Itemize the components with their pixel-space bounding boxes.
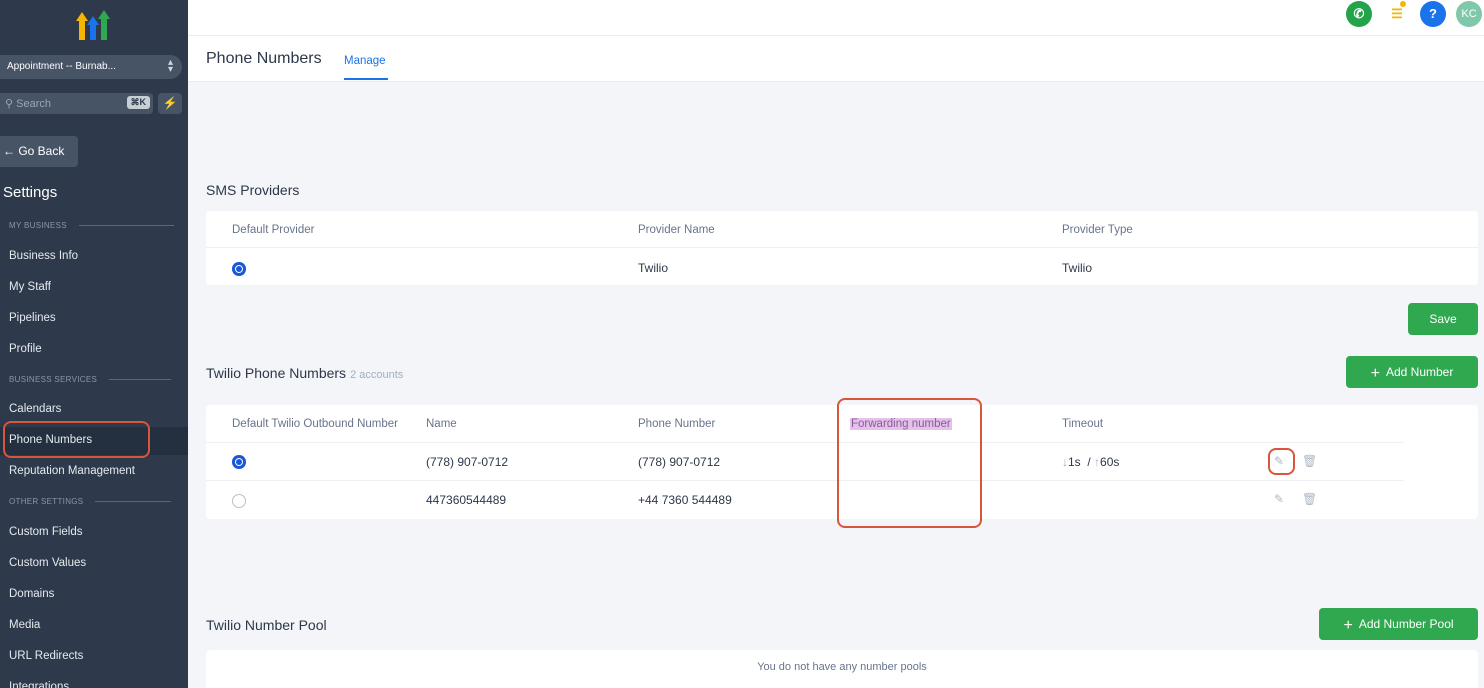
phone-number: (778) 907-0712	[638, 455, 721, 469]
search-placeholder: Search	[16, 98, 51, 110]
sidebar-item-url-redirects[interactable]: URL Redirects	[0, 643, 188, 671]
chevron-updown-icon: ▴ ▾	[167, 57, 173, 75]
sidebar: Appointment -- Burnab... ▴ ▾ ⚲ Search ⌘K …	[0, 0, 188, 688]
timeout: ↓1s / ↑60s	[1062, 455, 1120, 469]
page-header: Phone Numbers Manage	[188, 36, 1484, 82]
section-label-business-services: BUSINESS SERVICES	[9, 375, 172, 384]
notification-dot	[1400, 1, 1406, 7]
section-label-other-settings: OTHER SETTINGS	[9, 497, 172, 506]
column-header: Name	[426, 418, 457, 430]
sidebar-item-media[interactable]: Media	[0, 612, 188, 640]
lightning-icon[interactable]: ⚡	[158, 93, 182, 114]
sidebar-item-pipelines[interactable]: Pipelines	[0, 305, 188, 333]
search-input[interactable]: ⚲ Search ⌘K	[0, 93, 153, 114]
accounts-count: 2 accounts	[350, 369, 404, 381]
plus-icon: +	[1343, 617, 1353, 634]
provider-name: Twilio	[638, 261, 669, 275]
column-header: Provider Type	[1062, 224, 1133, 236]
sidebar-item-calendars[interactable]: Calendars	[0, 396, 188, 424]
trash-icon[interactable]: 🗑	[1302, 454, 1317, 468]
provider-type: Twilio	[1062, 261, 1093, 275]
tab-active-indicator	[344, 78, 388, 80]
settings-title: Settings	[3, 184, 58, 201]
location-label: Appointment -- Burnab...	[7, 61, 116, 72]
tasks-icon[interactable]: ☰	[1384, 1, 1410, 27]
row-divider	[206, 442, 1404, 443]
column-header: Default Provider	[232, 224, 315, 236]
pencil-icon[interactable]: ✎	[1274, 492, 1284, 506]
go-back-button[interactable]: ← Go Back	[0, 136, 78, 167]
default-provider-radio[interactable]	[232, 262, 246, 276]
sms-providers-title: SMS Providers	[206, 182, 300, 198]
number-name: 447360544489	[426, 493, 507, 507]
plus-icon: +	[1370, 365, 1380, 382]
column-header: Default Twilio Outbound Number	[232, 418, 398, 430]
add-number-button[interactable]: + Add Number	[1346, 356, 1478, 388]
column-header: Timeout	[1062, 418, 1104, 430]
sidebar-item-profile[interactable]: Profile	[0, 336, 188, 364]
top-bar: ✆ ☰ ? KC	[188, 0, 1484, 36]
help-icon[interactable]: ?	[1420, 1, 1446, 27]
section-label-my-business: MY BUSINESS	[9, 221, 174, 230]
column-header: Provider Name	[638, 224, 715, 236]
location-selector[interactable]: Appointment -- Burnab... ▴ ▾	[0, 55, 182, 79]
sidebar-item-domains[interactable]: Domains	[0, 581, 188, 609]
tab-manage[interactable]: Manage	[344, 55, 386, 67]
annotation-highlight-forwarding-column	[837, 398, 982, 528]
number-pool-panel: You do not have any number pools	[206, 650, 1478, 688]
sidebar-item-my-staff[interactable]: My Staff	[0, 274, 188, 302]
phone-number: +44 7360 544489	[638, 493, 732, 507]
row-divider	[206, 480, 1404, 481]
sms-providers-table: Default Provider Provider Name Provider …	[206, 211, 1478, 285]
add-number-pool-button[interactable]: + Add Number Pool	[1319, 608, 1478, 640]
app-logo-icon	[76, 10, 110, 40]
annotation-highlight-edit-icon	[1268, 448, 1295, 475]
sidebar-item-custom-fields[interactable]: Custom Fields	[0, 519, 188, 547]
search-icon: ⚲	[5, 98, 14, 110]
sidebar-item-reputation-management[interactable]: Reputation Management	[0, 458, 188, 486]
sidebar-item-integrations[interactable]: Integrations	[0, 674, 188, 688]
default-outbound-radio[interactable]	[232, 494, 246, 508]
number-pool-title: Twilio Number Pool	[206, 617, 327, 633]
twilio-numbers-title: Twilio Phone Numbers 2 accounts	[206, 365, 404, 381]
page-title: Phone Numbers	[206, 50, 322, 67]
empty-state-text: You do not have any number pools	[757, 661, 927, 673]
avatar[interactable]: KC	[1456, 1, 1482, 27]
number-name: (778) 907-0712	[426, 455, 509, 469]
default-outbound-radio[interactable]	[232, 455, 246, 469]
sidebar-item-custom-values[interactable]: Custom Values	[0, 550, 188, 578]
search-shortcut-badge: ⌘K	[126, 96, 150, 109]
sidebar-item-business-info[interactable]: Business Info	[0, 243, 188, 271]
trash-icon[interactable]: 🗑	[1302, 492, 1317, 506]
save-button[interactable]: Save	[1408, 303, 1478, 335]
annotation-highlight-phone-numbers	[3, 421, 150, 458]
column-header: Phone Number	[638, 418, 716, 430]
phone-icon[interactable]: ✆	[1346, 1, 1372, 27]
row-divider	[206, 247, 1478, 248]
